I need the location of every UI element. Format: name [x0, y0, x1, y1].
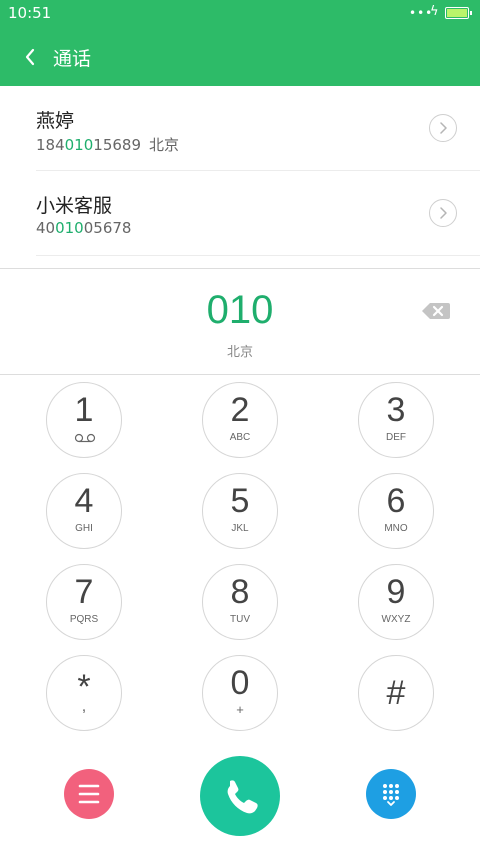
- key-0[interactable]: 0 +: [202, 655, 278, 731]
- status-bar: 10:51 ••• ϟ: [0, 0, 480, 28]
- key-letters: TUV: [230, 614, 250, 625]
- key-digit: #: [386, 674, 406, 712]
- status-time: 10:51: [8, 4, 52, 22]
- key-letters: ,: [81, 698, 87, 715]
- phone-icon: [227, 780, 258, 814]
- key-hash[interactable]: #: [358, 655, 434, 731]
- app-bar: 通话: [0, 28, 480, 86]
- key-5[interactable]: 5 JKL: [202, 473, 278, 549]
- contact-detail-button[interactable]: [429, 114, 457, 142]
- key-digit: 9: [386, 573, 406, 611]
- key-letters: JKL: [231, 523, 249, 534]
- key-digit: 1: [74, 391, 94, 429]
- key-letters: GHI: [75, 523, 93, 534]
- key-6[interactable]: 6 MNO: [358, 473, 434, 549]
- key-8[interactable]: 8 TUV: [202, 564, 278, 640]
- back-button[interactable]: [18, 43, 46, 71]
- dialpad-button[interactable]: [366, 769, 416, 819]
- contact-number: 18401015689 北京: [36, 136, 180, 154]
- key-1[interactable]: 1: [46, 382, 122, 458]
- number-match: 010: [64, 136, 94, 154]
- divider: [0, 374, 480, 375]
- key-star[interactable]: * ,: [46, 655, 122, 731]
- key-letters: DEF: [386, 432, 406, 443]
- chevron-right-icon: [440, 207, 447, 219]
- key-digit: 5: [230, 482, 250, 520]
- page-title: 通话: [53, 48, 92, 70]
- contact-name: 燕婷: [36, 110, 75, 132]
- key-7[interactable]: 7 PQRS: [46, 564, 122, 640]
- divider: [0, 268, 480, 269]
- backspace-icon: [422, 303, 450, 319]
- key-digit: 0: [230, 664, 250, 702]
- key-digit: 4: [74, 482, 94, 520]
- dialed-location: 北京: [226, 345, 253, 360]
- chevron-left-icon: [25, 48, 35, 66]
- key-digit: 6: [386, 482, 406, 520]
- key-2[interactable]: 2 ABC: [202, 382, 278, 458]
- menu-button[interactable]: [64, 769, 114, 819]
- key-digit: 2: [230, 391, 250, 429]
- list-item[interactable]: 燕婷 18401015689 北京: [0, 86, 480, 170]
- backspace-button[interactable]: [421, 301, 451, 321]
- key-4[interactable]: 4 GHI: [46, 473, 122, 549]
- key-digit: 3: [386, 391, 406, 429]
- key-letters: PQRS: [69, 614, 99, 625]
- key-letters: +: [236, 702, 244, 717]
- charging-icon: ϟ: [430, 4, 439, 19]
- key-digit: 8: [230, 573, 250, 611]
- key-digit: 7: [74, 573, 94, 611]
- number-match: 010: [55, 219, 84, 237]
- battery-icon: [445, 7, 472, 19]
- key-3[interactable]: 3 DEF: [358, 382, 434, 458]
- divider: [36, 255, 480, 256]
- call-button[interactable]: [200, 756, 280, 836]
- key-letters: WXYZ: [381, 614, 411, 625]
- key-letters: MNO: [384, 523, 408, 534]
- contact-detail-button[interactable]: [429, 199, 457, 227]
- dialpad-icon: [383, 784, 399, 806]
- key-9[interactable]: 9 WXYZ: [358, 564, 434, 640]
- contact-location: 北京: [149, 136, 180, 154]
- list-item[interactable]: 小米客服 4001005678: [0, 171, 480, 255]
- voicemail-icon: [74, 433, 96, 443]
- chevron-right-icon: [440, 122, 447, 134]
- dialed-number: 010: [206, 288, 274, 332]
- contact-name: 小米客服: [36, 195, 113, 217]
- contact-number: 4001005678: [36, 219, 132, 237]
- key-letters: ABC: [229, 432, 251, 443]
- menu-icon: [78, 784, 100, 804]
